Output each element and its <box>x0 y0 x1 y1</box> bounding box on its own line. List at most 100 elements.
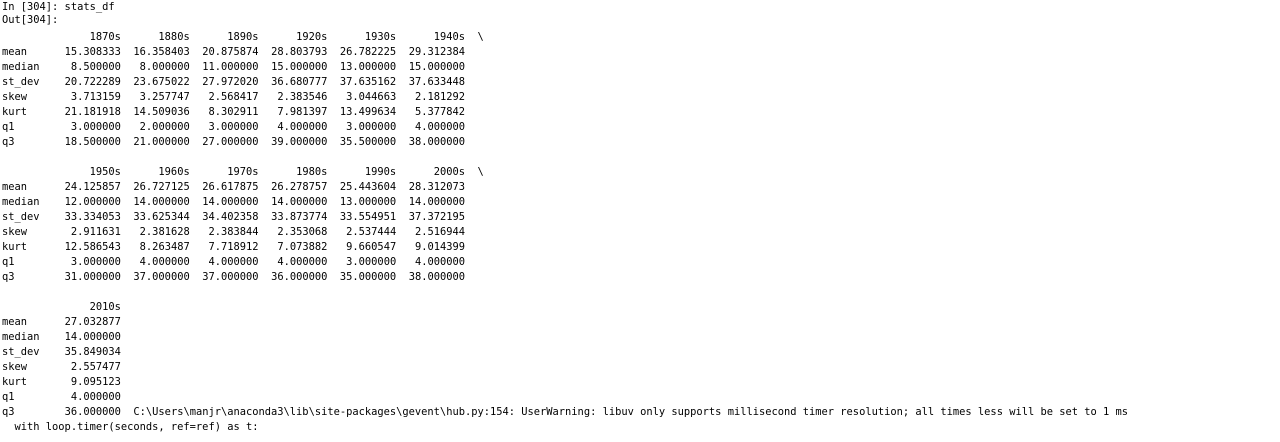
table-cell: 28.312073 <box>408 181 466 193</box>
table-cell: 33.554951 <box>339 211 397 223</box>
table-cell: 34.402358 <box>202 211 259 223</box>
table-cell: 15.000000 <box>408 61 466 73</box>
table-cell: 21.181918 <box>64 106 121 118</box>
table-cell: 4.000000 <box>414 121 466 133</box>
table-cell: 2.381628 <box>139 226 190 238</box>
table-cell: 2.383546 <box>277 91 328 103</box>
table-cell: 26.278757 <box>271 181 328 193</box>
table-cell: 37.635162 <box>339 76 397 88</box>
table-cell: 14.000000 <box>133 196 190 208</box>
table-row: q1 3.000000 2.000000 3.000000 4.000000 3… <box>2 120 465 135</box>
table-row: st_dev 35.849034 <box>2 345 121 360</box>
table-cell: 12.000000 <box>64 196 121 208</box>
table-cell: 20.722289 <box>64 76 121 88</box>
table-cell: 12.586543 <box>64 241 121 253</box>
column-header: 1930s <box>364 31 397 43</box>
column-header-row: 1950s 1960s 1970s 1980s 1990s 2000s \ <box>2 165 484 180</box>
table-cell: 35.500000 <box>339 136 397 148</box>
table-cell: 33.625344 <box>133 211 190 223</box>
console-output: In [304]: stats_df Out[304]: 1870s 1880s… <box>0 0 1280 442</box>
row-label: median <box>2 196 40 208</box>
table-cell: 2.383844 <box>208 226 259 238</box>
table-cell: 14.509036 <box>133 106 190 118</box>
table-cell: 13.499634 <box>339 106 397 118</box>
column-header: 1950s <box>89 166 121 178</box>
table-cell: 13.000000 <box>339 196 397 208</box>
row-label: median <box>2 61 40 73</box>
table-cell: 26.782225 <box>339 46 397 58</box>
row-label: q3 <box>2 136 15 148</box>
table-cell: 29.312384 <box>408 46 466 58</box>
table-cell: 38.000000 <box>408 136 466 148</box>
table-cell: 14.000000 <box>271 196 328 208</box>
table-cell: 3.000000 <box>208 121 259 133</box>
table-cell: 7.718912 <box>208 241 259 253</box>
table-row: skew 3.713159 3.257747 2.568417 2.383546… <box>2 90 465 105</box>
table-cell: 26.727125 <box>133 181 190 193</box>
table-row: mean 15.308333 16.358403 20.875874 28.80… <box>2 45 465 60</box>
table-cell: 5.377842 <box>414 106 466 118</box>
table-cell: 8.263487 <box>139 241 190 253</box>
row-label: median <box>2 331 40 343</box>
table-cell: 38.000000 <box>408 271 466 283</box>
row-label: skew <box>2 91 28 103</box>
line-continuation-marker: \ <box>477 166 484 178</box>
table-cell: 9.014399 <box>414 241 466 253</box>
table-cell: 33.334053 <box>64 211 121 223</box>
table-row: mean 24.125857 26.727125 26.617875 26.27… <box>2 180 465 195</box>
table-cell: 28.803793 <box>271 46 328 58</box>
table-row: st_dev 33.334053 33.625344 34.402358 33.… <box>2 210 465 225</box>
row-label: q1 <box>2 121 15 133</box>
table-row: skew 2.911631 2.381628 2.383844 2.353068… <box>2 225 465 240</box>
table-row: kurt 21.181918 14.509036 8.302911 7.9813… <box>2 105 465 120</box>
column-header: 1870s <box>89 31 121 43</box>
table-cell: 2.181292 <box>414 91 466 103</box>
table-row: q1 4.000000 <box>2 390 121 405</box>
row-label: mean <box>2 316 28 328</box>
table-cell: 27.032877 <box>64 316 121 328</box>
table-cell: 18.500000 <box>64 136 121 148</box>
table-cell: 2.000000 <box>139 121 190 133</box>
line-continuation-marker: \ <box>477 31 484 43</box>
table-row: median 12.000000 14.000000 14.000000 14.… <box>2 195 465 210</box>
table-row: skew 2.557477 <box>2 360 121 375</box>
table-cell: 9.095123 <box>70 376 121 388</box>
row-label: skew <box>2 226 28 238</box>
row-label: q3 <box>2 406 15 418</box>
table-cell: 37.633448 <box>408 76 466 88</box>
table-cell: 13.000000 <box>339 61 397 73</box>
table-cell: 4.000000 <box>277 256 328 268</box>
table-cell: 27.000000 <box>202 136 259 148</box>
table-cell: 4.000000 <box>139 256 190 268</box>
user-warning-text: C:\Users\manjr\anaconda3\lib\site-packag… <box>133 406 1129 418</box>
column-header: 1940s <box>433 31 466 43</box>
table-cell: 15.000000 <box>271 61 328 73</box>
table-cell: 23.675022 <box>133 76 190 88</box>
table-cell: 3.044663 <box>346 91 397 103</box>
row-label: q1 <box>2 391 15 403</box>
row-label: kurt <box>2 106 28 118</box>
table-cell: 21.000000 <box>133 136 190 148</box>
table-cell: 31.000000 <box>64 271 121 283</box>
table-cell: 2.557477 <box>70 361 121 373</box>
column-header: 1890s <box>227 31 259 43</box>
table-cell: 7.073882 <box>277 241 328 253</box>
table-cell: 3.000000 <box>346 121 397 133</box>
column-header-row: 1870s 1880s 1890s 1920s 1930s 1940s \ <box>2 30 484 45</box>
table-cell: 3.713159 <box>70 91 121 103</box>
table-cell: 11.000000 <box>202 61 259 73</box>
column-header: 2010s <box>89 301 121 313</box>
table-row: q3 36.000000 C:\Users\manjr\anaconda3\li… <box>2 405 1128 420</box>
table-cell: 15.308333 <box>64 46 121 58</box>
table-row: mean 27.032877 <box>2 315 121 330</box>
row-label: mean <box>2 46 28 58</box>
table-cell: 35.000000 <box>339 271 397 283</box>
table-cell: 14.000000 <box>64 331 121 343</box>
column-header: 1980s <box>296 166 328 178</box>
table-cell: 36.680777 <box>271 76 328 88</box>
row-label: st_dev <box>2 211 40 223</box>
table-cell: 37.000000 <box>133 271 190 283</box>
row-label: kurt <box>2 241 28 253</box>
row-label: kurt <box>2 376 28 388</box>
column-header: 1970s <box>227 166 259 178</box>
